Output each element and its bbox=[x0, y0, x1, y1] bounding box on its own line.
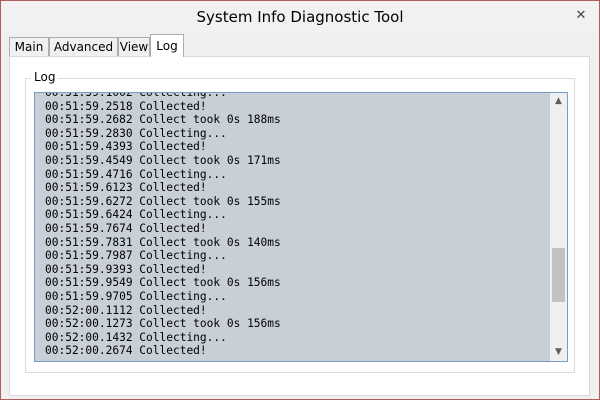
log-line: 00:51:59.6123 Collected! bbox=[45, 181, 207, 195]
log-scrollbar[interactable]: ▲ ▼ bbox=[550, 93, 567, 361]
tab-main[interactable]: Main bbox=[9, 37, 49, 56]
log-groupbox: Log 00:51:59.1002 Collecting... 00:51:59.… bbox=[25, 70, 575, 373]
tab-advanced[interactable]: Advanced bbox=[49, 37, 118, 56]
log-line: 00:51:59.9549 Collect took 0s 156ms bbox=[45, 276, 281, 290]
log-line: 00:51:59.4716 Collecting... bbox=[45, 167, 227, 181]
log-line: 00:51:59.2518 Collected! bbox=[45, 99, 207, 113]
log-line: 00:51:59.9393 Collected! bbox=[45, 262, 207, 276]
log-line: 00:52:00.1273 Collect took 0s 156ms bbox=[45, 317, 281, 331]
scroll-thumb[interactable] bbox=[552, 248, 565, 302]
client-area: Main Advanced View Log Log 00:51:59.1002… bbox=[1, 32, 599, 399]
log-group-label: Log bbox=[31, 70, 59, 84]
app-window: System Info Diagnostic Tool ✕ Main Advan… bbox=[0, 0, 600, 400]
window-title: System Info Diagnostic Tool bbox=[196, 8, 404, 26]
log-line: 00:51:59.7987 Collecting... bbox=[45, 249, 227, 263]
log-line: 00:51:59.9705 Collecting... bbox=[45, 289, 227, 303]
log-line: 00:51:59.6272 Collect took 0s 155ms bbox=[45, 194, 281, 208]
log-line: 00:52:00.2674 Collected! bbox=[45, 344, 207, 358]
log-line: 00:52:00.1432 Collecting... bbox=[45, 330, 227, 344]
tab-view[interactable]: View bbox=[118, 37, 150, 56]
tab-page-log: Log 00:51:59.1002 Collecting... 00:51:59.… bbox=[9, 56, 590, 396]
log-line: 00:51:59.4549 Collect took 0s 171ms bbox=[45, 153, 281, 167]
close-icon[interactable]: ✕ bbox=[573, 8, 589, 24]
title-bar[interactable]: System Info Diagnostic Tool ✕ bbox=[1, 1, 599, 32]
tab-log[interactable]: Log bbox=[150, 34, 184, 57]
log-line: 00:51:59.7831 Collect took 0s 140ms bbox=[45, 235, 281, 249]
scroll-down-icon[interactable]: ▼ bbox=[550, 344, 567, 361]
log-line: 00:51:59.2682 Collect took 0s 188ms bbox=[45, 113, 281, 127]
log-line: 00:51:59.4393 Collected! bbox=[45, 140, 207, 154]
log-line: 00:51:59.7674 Collected! bbox=[45, 221, 207, 235]
log-line: 00:51:59.2830 Collecting... bbox=[45, 126, 227, 140]
log-textbox[interactable]: 00:51:59.1002 Collecting... 00:51:59.2518… bbox=[34, 92, 568, 362]
log-lines: 00:51:59.1002 Collecting... 00:51:59.2518… bbox=[45, 92, 281, 358]
scroll-up-icon[interactable]: ▲ bbox=[550, 93, 567, 110]
log-line: 00:51:59.6424 Collecting... bbox=[45, 208, 227, 222]
log-line: 00:52:00.1112 Collected! bbox=[45, 303, 207, 317]
log-line: 00:51:59.1002 Collecting... bbox=[45, 92, 227, 99]
